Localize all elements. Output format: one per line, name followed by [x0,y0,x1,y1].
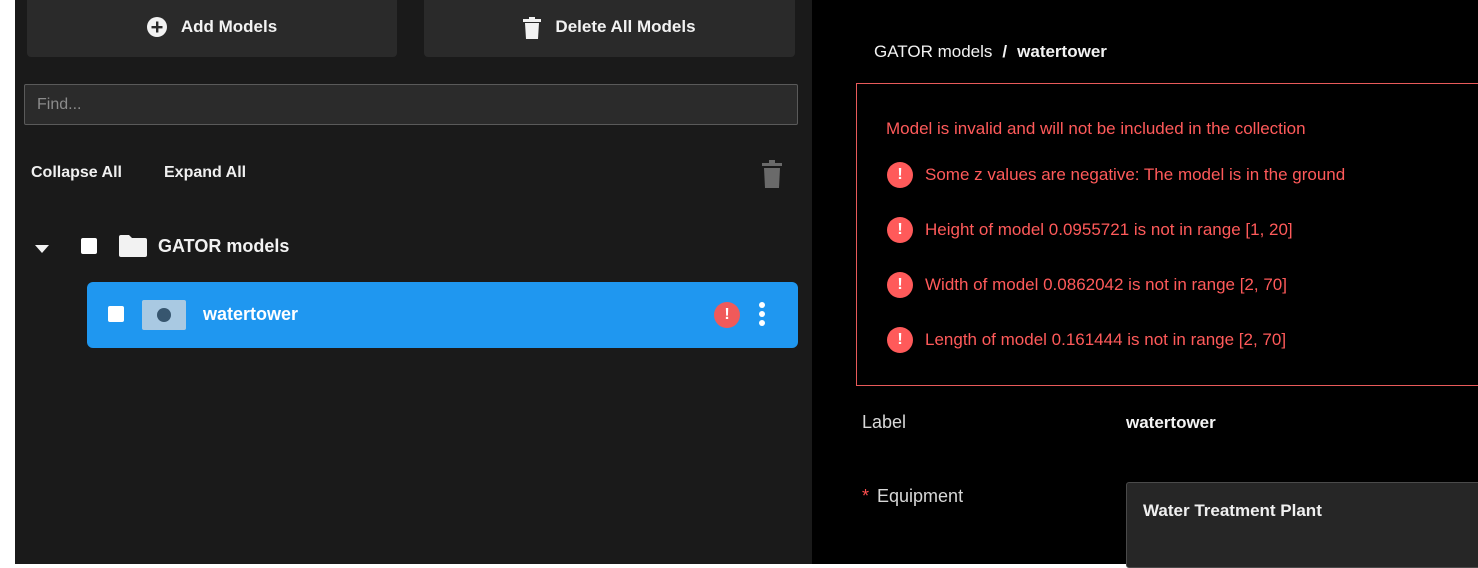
add-models-button[interactable]: Add Models [27,0,397,57]
breadcrumb: GATOR models / watertower [874,42,1107,62]
error-item: ! Width of model 0.0862042 is not in ran… [887,272,1287,298]
equipment-select-value: Water Treatment Plant [1143,501,1322,520]
equipment-label-text: Equipment [877,486,964,506]
model-thumbnail [142,300,186,330]
root-checkbox[interactable] [81,238,97,254]
label-field-value: watertower [1126,413,1216,432]
delete-all-models-button[interactable]: Delete All Models [424,0,795,57]
validation-error-box: Model is invalid and will not be include… [856,83,1478,386]
error-icon: ! [887,272,913,298]
folder-icon [119,235,147,262]
expand-all-button[interactable]: Expand All [164,164,246,182]
model-label: watertower [203,304,299,324]
trash-icon [523,17,542,39]
error-text: Length of model 0.161444 is not in range… [925,330,1287,349]
delete-all-models-label: Delete All Models [555,17,696,36]
equipment-select[interactable]: Water Treatment Plant [1126,482,1478,568]
breadcrumb-root[interactable]: GATOR models [874,42,992,61]
more-options-icon[interactable] [759,302,765,331]
error-icon: ! [887,327,913,353]
plus-circle-icon [146,17,167,37]
error-item: ! Height of model 0.0955721 is not in ra… [887,217,1293,243]
add-models-label: Add Models [180,17,278,36]
error-icon: ! [887,217,913,243]
model-checkbox[interactable] [108,306,124,322]
delete-selected-trash-icon[interactable] [762,160,782,193]
error-icon: ! [887,162,913,188]
label-field-label: Label [862,412,907,432]
equipment-field-label: * Equipment [862,486,963,507]
error-text: Some z values are negative: The model is… [925,165,1346,184]
error-text: Width of model 0.0862042 is not in range… [925,275,1287,294]
breadcrumb-current: watertower [1017,42,1107,61]
find-input[interactable] [24,84,798,125]
error-title: Model is invalid and will not be include… [886,119,1306,138]
error-text: Height of model 0.0955721 is not in rang… [925,220,1293,239]
model-detail-panel: GATOR models / watertower Model is invalid… [812,0,1478,568]
error-icon: ! [714,302,740,328]
caret-down-icon[interactable] [35,240,49,258]
tree-item-watertower[interactable]: watertower ! [87,282,798,348]
model-list-panel: Add Models Delete All Models Collapse Al… [15,0,812,564]
error-item: ! Some z values are negative: The model … [887,162,1345,188]
error-item: ! Length of model 0.161444 is not in ran… [887,327,1286,353]
required-mark: * [862,486,870,506]
collapse-all-button[interactable]: Collapse All [31,164,122,182]
tree-root-label[interactable]: GATOR models [158,236,289,257]
breadcrumb-separator: / [1002,42,1008,61]
